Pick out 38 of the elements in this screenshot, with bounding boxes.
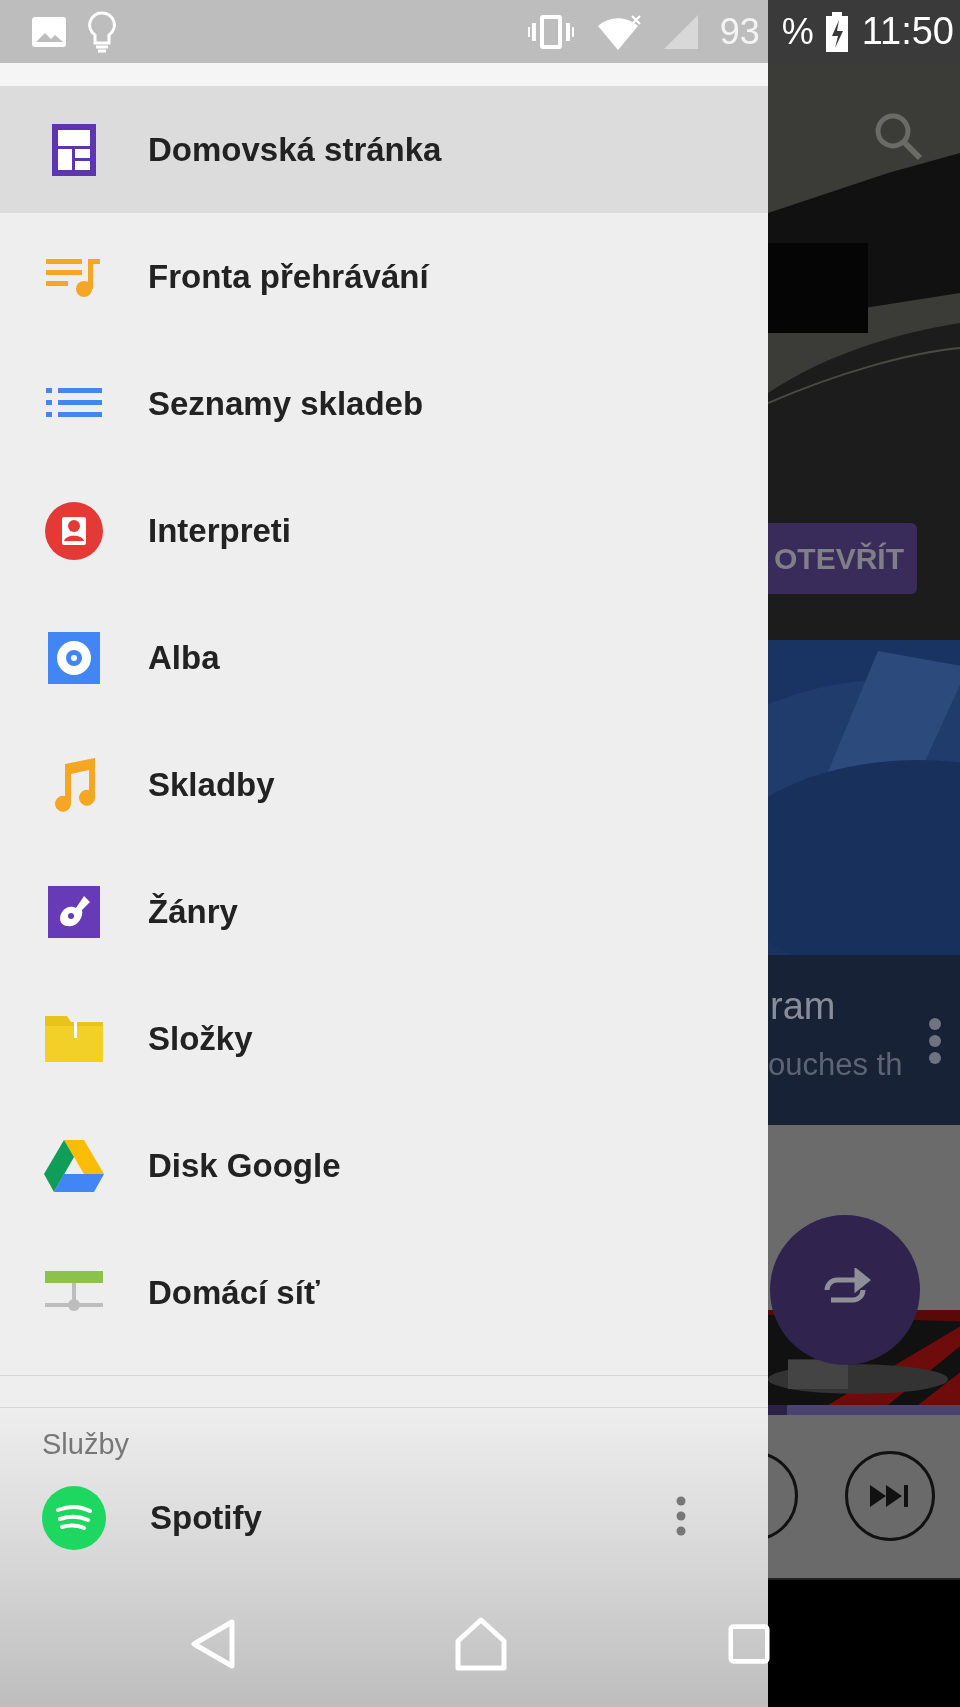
section-header: Služby bbox=[41, 1427, 131, 1460]
drawer-item[interactable]: Seznamy skladeb bbox=[0, 340, 768, 467]
list-icon bbox=[46, 387, 102, 420]
drawer-item[interactable]: Žánry bbox=[0, 848, 768, 975]
more-options-icon bbox=[928, 1017, 942, 1065]
signal-icon bbox=[663, 14, 698, 49]
recents-button[interactable] bbox=[728, 1621, 770, 1666]
back-icon bbox=[190, 1617, 236, 1670]
wifi-icon bbox=[595, 13, 642, 50]
triangle-drive-icon bbox=[44, 1139, 104, 1192]
drawer-item[interactable]: Fronta přehrávání bbox=[0, 213, 768, 340]
drawer-item[interactable]: Alba bbox=[0, 594, 768, 721]
drawer-item[interactable]: Spotify bbox=[0, 1460, 768, 1575]
drawer-item[interactable]: Skladby bbox=[0, 721, 768, 848]
drawer-item[interactable]: Domácí síť bbox=[0, 1229, 768, 1356]
square-icon bbox=[728, 1621, 770, 1666]
more-options-icon bbox=[676, 1495, 686, 1536]
skip-next-button[interactable] bbox=[845, 1451, 935, 1541]
skip-next-icon bbox=[870, 1485, 910, 1507]
folder-icon bbox=[45, 1015, 103, 1062]
drawer-item[interactable]: Disk Google bbox=[0, 1102, 768, 1229]
spotify-icon bbox=[42, 1485, 106, 1550]
person-icon bbox=[45, 501, 103, 560]
home-icon bbox=[454, 1616, 508, 1671]
percent-sign: % bbox=[781, 10, 814, 53]
dashboard-icon bbox=[52, 123, 96, 176]
drawer-item[interactable]: Složky bbox=[0, 975, 768, 1102]
drawer-item[interactable]: Interpreti bbox=[0, 467, 768, 594]
card-title: ram bbox=[770, 985, 836, 1028]
image-icon bbox=[32, 16, 66, 47]
drawer-item[interactable]: Domovská stránka bbox=[0, 86, 768, 213]
vibrate-icon bbox=[527, 14, 574, 49]
clock: 11:50 bbox=[861, 10, 954, 53]
card-subtitle: ouches th bbox=[768, 1047, 903, 1083]
battery-charging-icon bbox=[825, 11, 848, 52]
guitar-icon bbox=[48, 885, 100, 938]
lightbulb-icon bbox=[88, 10, 116, 53]
queue-icon bbox=[46, 256, 102, 297]
